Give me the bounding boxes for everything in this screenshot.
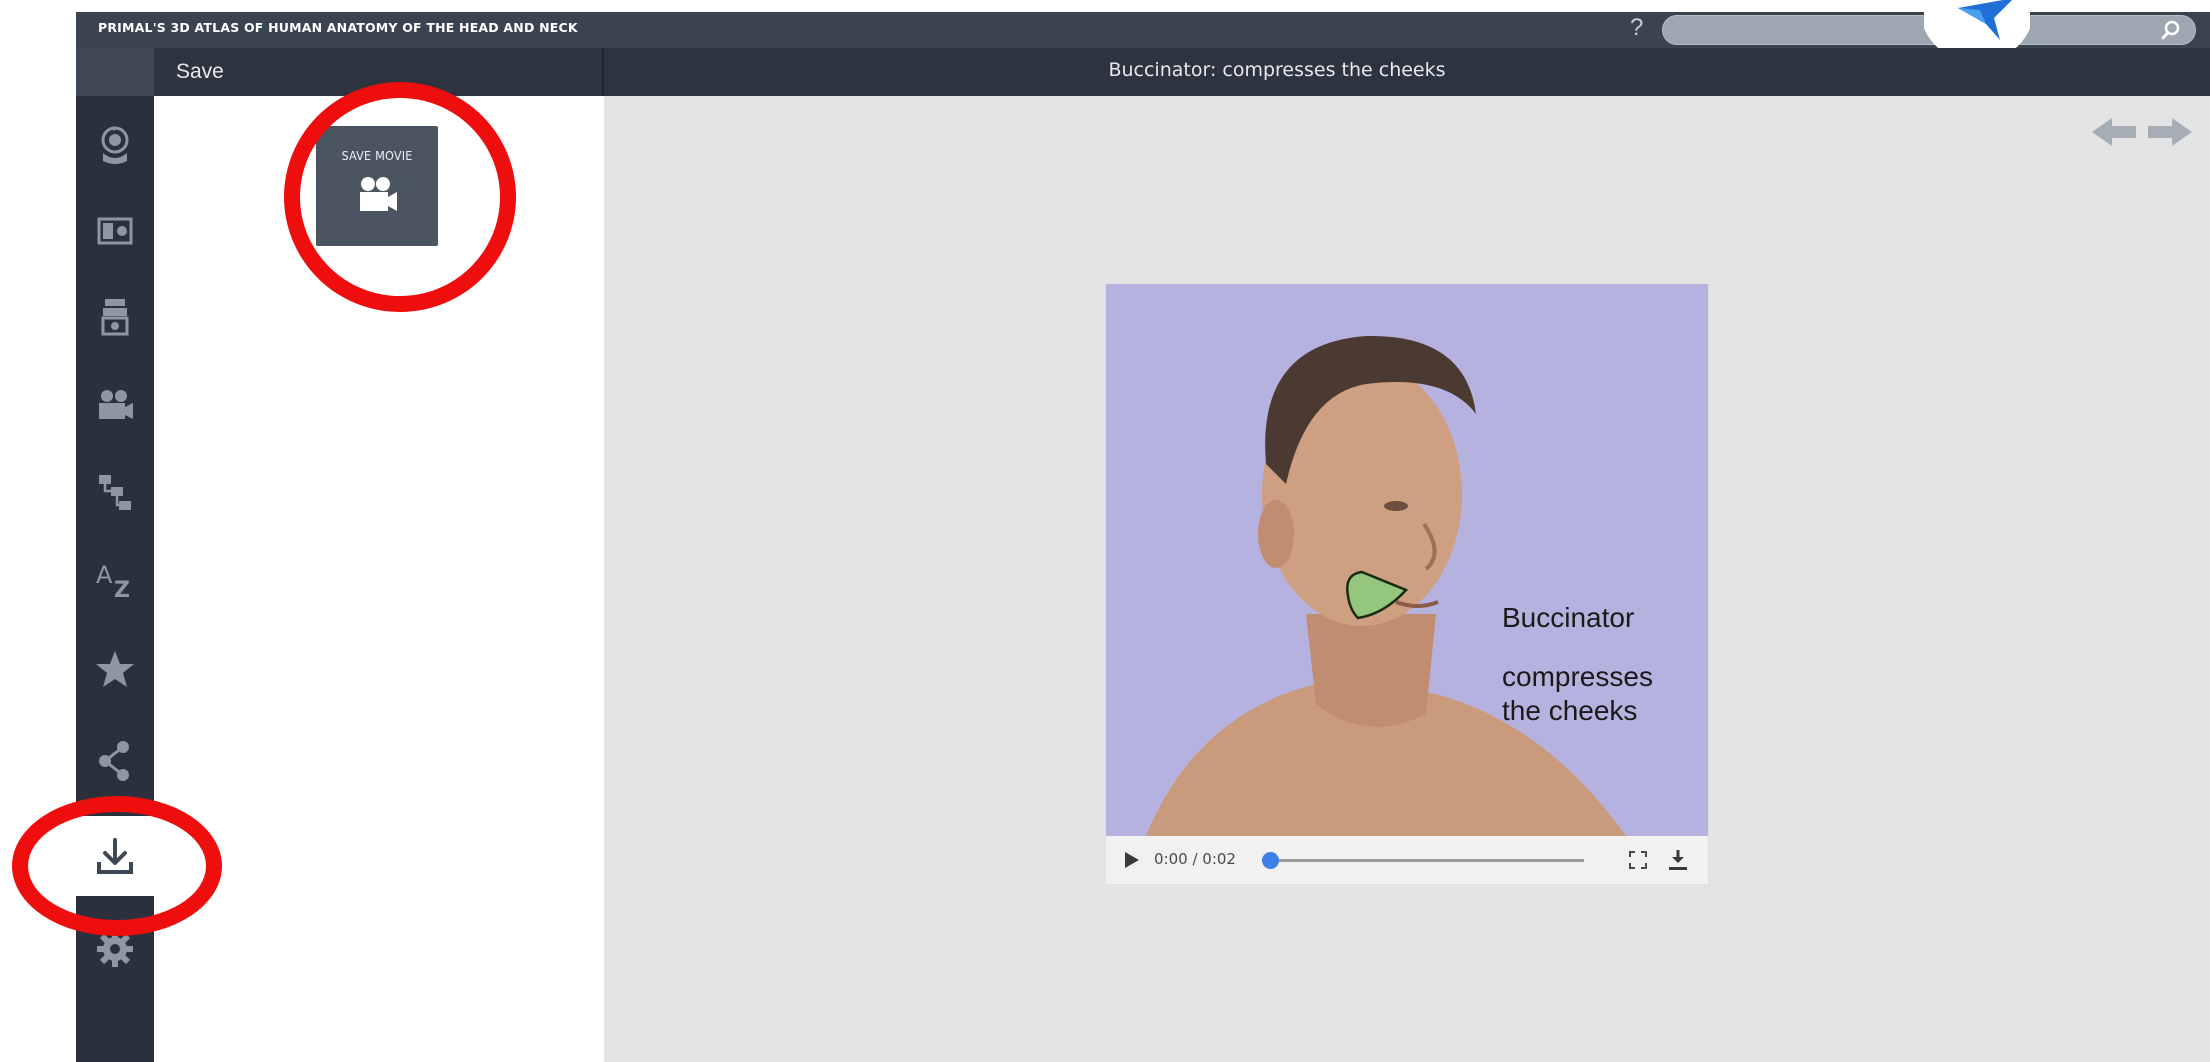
video-time: 0:00 / 0:02: [1154, 850, 1236, 868]
svg-text:Z: Z: [114, 578, 130, 601]
panel-title: Save: [176, 60, 224, 83]
az-icon: A Z: [96, 561, 130, 601]
arrow-right-icon[interactable]: [2148, 118, 2192, 146]
app-title: PRIMAL'S 3D ATLAS OF HUMAN ANATOMY OF TH…: [98, 20, 578, 35]
video-progress-bar[interactable]: [1262, 852, 1584, 869]
layers-icon: [101, 299, 129, 336]
sidebar-item-movies[interactable]: [76, 366, 154, 444]
sidebar-item-index[interactable]: A Z: [76, 540, 154, 618]
slides-icon: [97, 217, 133, 245]
video-caption-subtitle: compresses the cheeks: [1502, 661, 1653, 726]
annotation-circle-save-movie: [284, 82, 516, 312]
sidebar-item-3d-model[interactable]: [76, 106, 154, 184]
tree-icon: [99, 475, 131, 510]
toolbar-spacer: [76, 48, 154, 96]
sidebar-item-favorites[interactable]: [76, 630, 154, 708]
star-icon: [96, 651, 134, 687]
help-button[interactable]: ?: [1630, 14, 1643, 42]
share-icon: [99, 741, 129, 781]
download-icon[interactable]: [1666, 848, 1690, 872]
fullscreen-icon[interactable]: [1626, 848, 1650, 872]
title-bar: PRIMAL'S 3D ATLAS OF HUMAN ANATOMY OF TH…: [76, 12, 2210, 48]
sidebar-item-share[interactable]: [76, 722, 154, 800]
video-player[interactable]: Buccinator compresses the cheeks 0:00 / …: [1106, 284, 1708, 884]
sidebar-item-slides[interactable]: [76, 192, 154, 270]
movie-camera-icon: [99, 390, 133, 419]
search-icon[interactable]: [2159, 18, 2183, 42]
page-title: Buccinator: compresses the cheeks: [1108, 59, 1446, 81]
video-frame[interactable]: Buccinator compresses the cheeks: [1106, 284, 1708, 836]
sidebar-item-dissections[interactable]: [76, 278, 154, 356]
annotation-circle-save-tab: [12, 796, 222, 936]
rotate-head-icon: [101, 126, 129, 164]
nav-arrows: [2092, 118, 2192, 146]
video-progress-knob[interactable]: [1262, 852, 1279, 869]
arrow-left-icon[interactable]: [2092, 118, 2136, 146]
svg-text:A: A: [96, 561, 113, 589]
sidebar-item-hierarchy[interactable]: [76, 454, 154, 532]
video-controls: 0:00 / 0:02: [1106, 836, 1708, 884]
video-caption-title: Buccinator: [1502, 602, 1635, 633]
video-image: [1106, 284, 1708, 836]
play-icon[interactable]: [1122, 850, 1142, 870]
